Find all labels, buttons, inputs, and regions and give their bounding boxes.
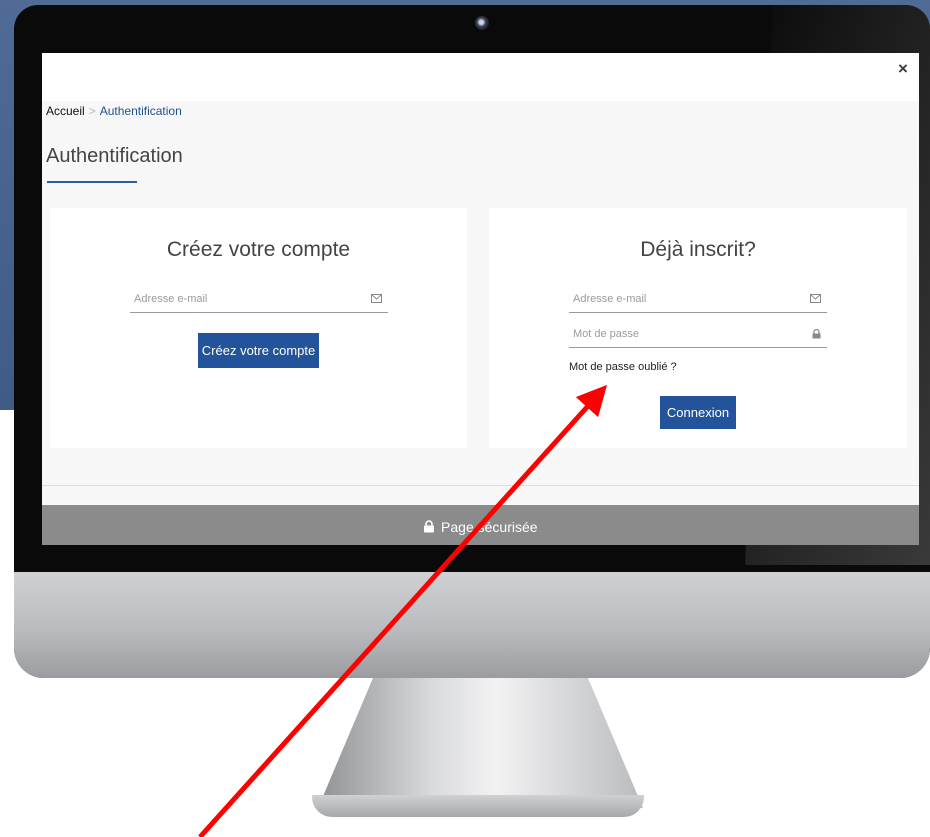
monitor-chin bbox=[14, 572, 930, 678]
breadcrumb: Accueil > Authentification bbox=[46, 104, 182, 118]
login-email-input[interactable] bbox=[569, 288, 810, 310]
breadcrumb-current: Authentification bbox=[99, 104, 182, 118]
secure-page-label: Page sécurisée bbox=[441, 519, 538, 535]
login-email-field bbox=[569, 288, 827, 313]
login-password-input[interactable] bbox=[569, 323, 810, 345]
create-account-button[interactable]: Créez votre compte bbox=[198, 333, 319, 368]
envelope-icon bbox=[371, 294, 382, 306]
create-email-input[interactable] bbox=[130, 288, 371, 310]
breadcrumb-home-link[interactable]: Accueil bbox=[46, 104, 85, 118]
monitor-stand-base bbox=[312, 795, 644, 817]
screen: × Accueil > Authentification Authentificat… bbox=[42, 53, 919, 545]
divider bbox=[42, 485, 919, 486]
create-account-card: Créez votre compte Créez votre compte bbox=[50, 208, 467, 448]
create-account-title: Créez votre compte bbox=[166, 238, 351, 261]
modal-header: × bbox=[42, 53, 919, 101]
title-underline bbox=[47, 181, 137, 183]
page-title: Authentification bbox=[46, 145, 183, 167]
envelope-icon bbox=[810, 294, 821, 306]
secure-page-bar: Page sécurisée bbox=[42, 505, 919, 545]
forgot-password-link[interactable]: Mot de passe oublié ? bbox=[569, 361, 677, 373]
camera-icon bbox=[475, 16, 489, 30]
login-button[interactable]: Connexion bbox=[660, 396, 736, 429]
breadcrumb-separator: > bbox=[88, 104, 96, 118]
login-password-field bbox=[569, 323, 827, 348]
close-icon[interactable]: × bbox=[895, 60, 911, 77]
login-card: Déjà inscrit? Mot de passe oublié ? Conn… bbox=[489, 208, 907, 448]
lock-icon bbox=[812, 328, 821, 342]
lock-icon bbox=[423, 520, 439, 535]
create-email-field bbox=[130, 288, 388, 313]
login-title: Déjà inscrit? bbox=[640, 238, 756, 261]
